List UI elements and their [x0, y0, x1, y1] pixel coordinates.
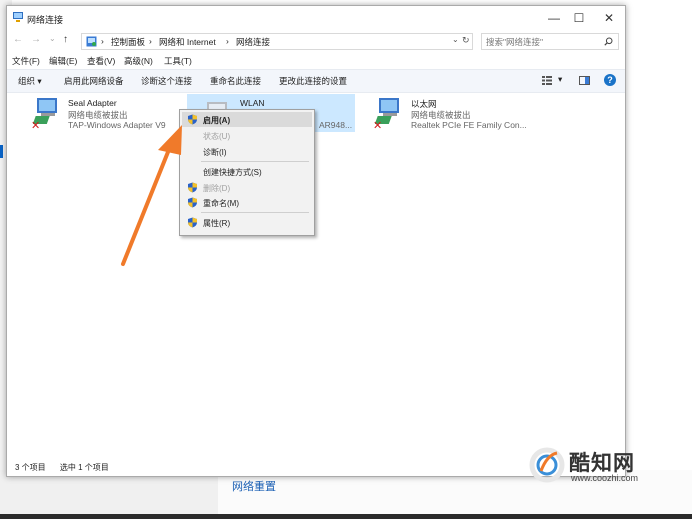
back-button[interactable]: ← — [13, 34, 23, 45]
close-button[interactable]: ✕ — [595, 8, 623, 28]
help-icon[interactable]: ? — [604, 74, 616, 86]
uac-shield-icon — [188, 217, 197, 228]
search-icon[interactable] — [604, 37, 613, 46]
breadcrumb-separator: › — [101, 36, 104, 46]
network-connections-window: 网络连接 — ☐ ✕ ← → ⌄ ↑ › 控制面板 › 网络和 Internet… — [6, 5, 626, 477]
rename-connection-button[interactable]: 重命名此连接 — [210, 75, 261, 87]
forward-button[interactable]: → — [31, 34, 41, 45]
menu-item-enable[interactable]: 启用(A) — [182, 112, 312, 127]
connection-item-seal-adapter[interactable]: ✕ Seal Adapter 网络电缆被拔出 TAP-Windows Adapt… — [27, 94, 183, 132]
change-settings-button[interactable]: 更改此连接的设置 — [279, 75, 347, 87]
uac-shield-icon — [188, 114, 197, 125]
taskbar-edge — [0, 514, 692, 519]
network-connections-icon — [13, 12, 23, 22]
connection-name: Seal Adapter — [68, 98, 117, 108]
menu-item-label: 诊断(I) — [203, 148, 227, 157]
coozhi-logo-icon — [529, 447, 565, 483]
menu-item-properties[interactable]: 属性(R) — [182, 215, 312, 230]
selected-count: 选中 1 个项目 — [59, 463, 109, 472]
connection-item-ethernet[interactable]: ✕ 以太网 网络电缆被拔出 Realtek PCIe FE Family Con… — [369, 94, 539, 132]
connection-device: Realtek PCIe FE Family Con... — [411, 120, 527, 130]
organize-button[interactable]: 组织 ▾ — [18, 75, 42, 87]
menu-item-label: 状态(U) — [203, 132, 231, 141]
menu-item-create-shortcut[interactable]: 创建快捷方式(S) — [182, 164, 312, 179]
change-view-dropdown-icon[interactable]: ▾ — [558, 74, 562, 85]
menu-file[interactable]: 文件(F) — [12, 55, 40, 67]
menu-item-label: 重命名(M) — [203, 199, 239, 208]
item-count: 3 个项目 — [15, 463, 46, 472]
refresh-icon[interactable]: ↻ — [462, 35, 470, 46]
menu-advanced[interactable]: 高级(N) — [124, 55, 153, 67]
menu-bar: 文件(F) 编辑(E) 查看(V) 高级(N) 工具(T) — [7, 54, 625, 68]
minimize-button[interactable]: — — [540, 8, 568, 28]
view-options-icon[interactable] — [542, 76, 552, 85]
menu-item-delete[interactable]: 删除(D) — [182, 180, 312, 195]
menu-view[interactable]: 查看(V) — [87, 55, 115, 67]
status-bar: 3 个项目 选中 1 个项目 — [15, 462, 109, 473]
maximize-button[interactable]: ☐ — [565, 8, 593, 28]
menu-separator — [201, 212, 309, 213]
connection-device: AR948... — [319, 120, 353, 130]
watermark-logo: 酷知网 www.coozhi.com — [527, 443, 677, 489]
menu-item-status[interactable]: 状态(U) — [182, 128, 312, 143]
connection-name: WLAN — [240, 98, 265, 108]
menu-edit[interactable]: 编辑(E) — [49, 55, 77, 67]
breadcrumb-separator: › — [226, 36, 229, 46]
search-input[interactable] — [486, 36, 598, 47]
menu-item-diagnose[interactable]: 诊断(I) — [182, 144, 312, 159]
menu-separator — [201, 161, 309, 162]
window-title: 网络连接 — [27, 15, 64, 25]
control-panel-icon — [86, 36, 97, 47]
network-reset-link[interactable]: 网络重置 — [232, 478, 276, 494]
svg-text:✕: ✕ — [31, 119, 40, 130]
search-box[interactable] — [481, 33, 619, 50]
connection-device: TAP-Windows Adapter V9 — [68, 120, 166, 130]
menu-item-rename[interactable]: 重命名(M) — [182, 195, 312, 210]
breadcrumb-network-connections[interactable]: 网络连接 — [236, 36, 270, 48]
network-adapter-disconnected-icon: ✕ — [31, 98, 57, 130]
menu-item-label: 启用(A) — [203, 116, 231, 125]
preview-pane-icon[interactable] — [579, 76, 590, 85]
background-nav-panel — [0, 470, 218, 519]
menu-item-label: 创建快捷方式(S) — [203, 168, 262, 177]
address-box[interactable]: › 控制面板 › 网络和 Internet › 网络连接 ⌄ ↻ — [81, 33, 473, 50]
address-dropdown-icon[interactable]: ⌄ — [452, 35, 459, 44]
breadcrumb-control-panel[interactable]: 控制面板 — [111, 36, 145, 48]
breadcrumb-network-internet[interactable]: 网络和 Internet — [159, 36, 216, 48]
network-adapter-disconnected-icon: ✕ — [373, 98, 399, 130]
command-bar: 组织 ▾ 启用此网络设备 诊断这个连接 重命名此连接 更改此连接的设置 ▾ ? — [7, 69, 625, 93]
address-bar-row: ← → ⌄ ↑ › 控制面板 › 网络和 Internet › 网络连接 ⌄ ↻ — [7, 31, 625, 51]
recent-locations-button[interactable]: ⌄ — [49, 34, 56, 43]
enable-device-button[interactable]: 启用此网络设备 — [64, 75, 124, 87]
uac-shield-icon — [188, 197, 197, 208]
menu-item-label: 属性(R) — [203, 219, 231, 228]
menu-item-label: 删除(D) — [203, 184, 231, 193]
context-menu: 启用(A) 状态(U) 诊断(I) 创建快捷方式(S) 删除(D) 重命名(M)… — [179, 109, 315, 236]
breadcrumb-separator: › — [149, 36, 152, 46]
uac-shield-icon — [188, 182, 197, 193]
menu-tools[interactable]: 工具(T) — [164, 55, 192, 67]
background-nav-indicator — [0, 145, 3, 158]
watermark-url: www.coozhi.com — [571, 473, 639, 483]
diagnose-connection-button[interactable]: 诊断这个连接 — [141, 75, 192, 87]
svg-text:✕: ✕ — [373, 119, 382, 130]
title-bar[interactable]: 网络连接 — ☐ ✕ — [7, 6, 625, 29]
up-button[interactable]: ↑ — [63, 34, 68, 45]
